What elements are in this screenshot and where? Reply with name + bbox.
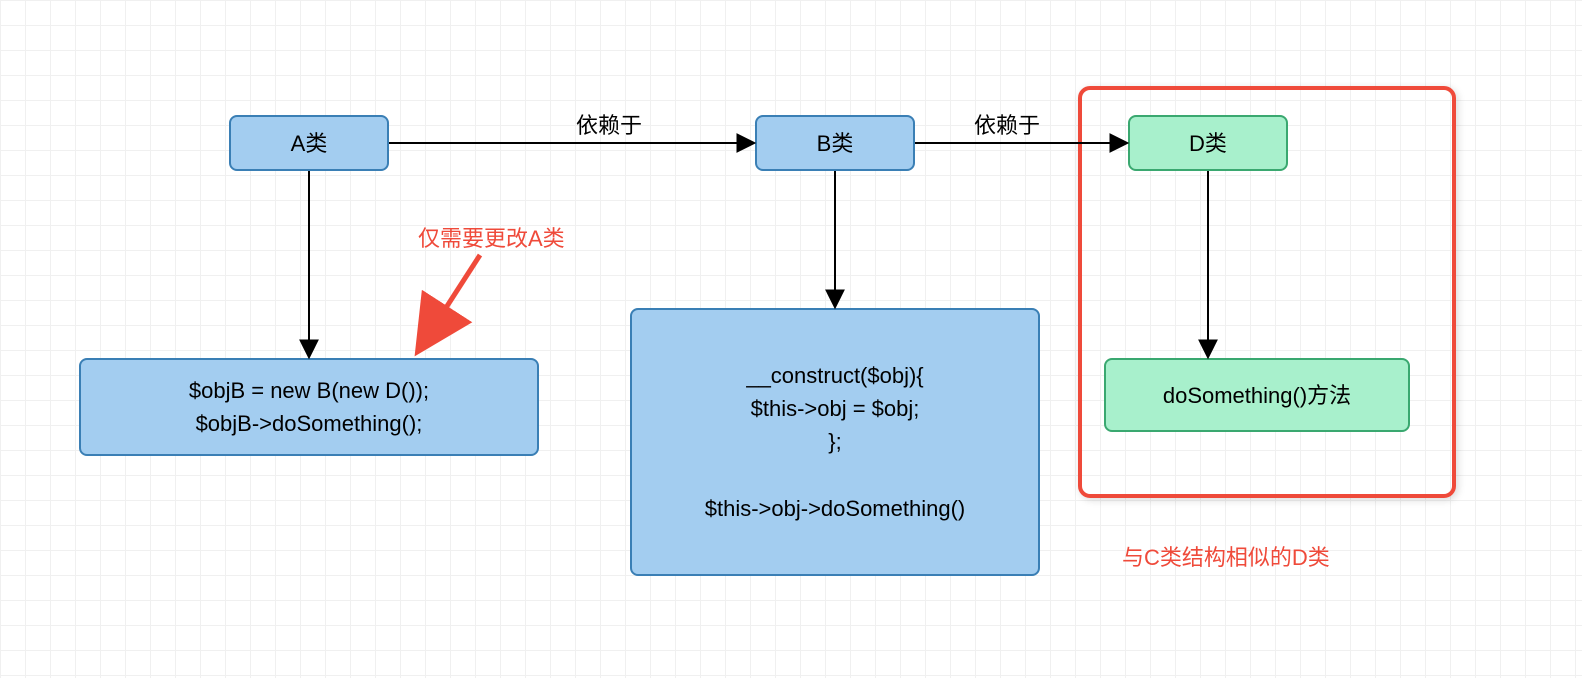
code-b-line1: __construct($obj){	[746, 359, 923, 392]
code-b-line4: $this->obj->doSomething()	[705, 492, 965, 525]
box-class-b: B类	[755, 115, 915, 171]
box-class-a: A类	[229, 115, 389, 171]
label-depends-ab: 依赖于	[576, 108, 642, 140]
box-class-d: D类	[1128, 115, 1288, 171]
code-a-line1: $objB = new B(new D());	[189, 374, 429, 407]
code-d-line1: doSomething()方法	[1163, 379, 1351, 412]
note-class-a: 仅需要更改A类	[418, 221, 565, 253]
box-code-a: $objB = new B(new D()); $objB->doSomethi…	[79, 358, 539, 456]
code-b-line2: $this->obj = $obj;	[751, 392, 920, 425]
code-b-line3: };	[828, 425, 841, 458]
note-class-d: 与C类结构相似的D类	[1122, 540, 1330, 572]
label-depends-bd: 依赖于	[974, 108, 1040, 140]
box-class-a-label: A类	[291, 127, 328, 160]
box-code-b: __construct($obj){ $this->obj = $obj; };…	[630, 308, 1040, 576]
code-a-line2: $objB->doSomething();	[196, 407, 423, 440]
box-class-d-label: D类	[1189, 127, 1227, 160]
box-class-b-label: B类	[817, 127, 854, 160]
box-code-d: doSomething()方法	[1104, 358, 1410, 432]
